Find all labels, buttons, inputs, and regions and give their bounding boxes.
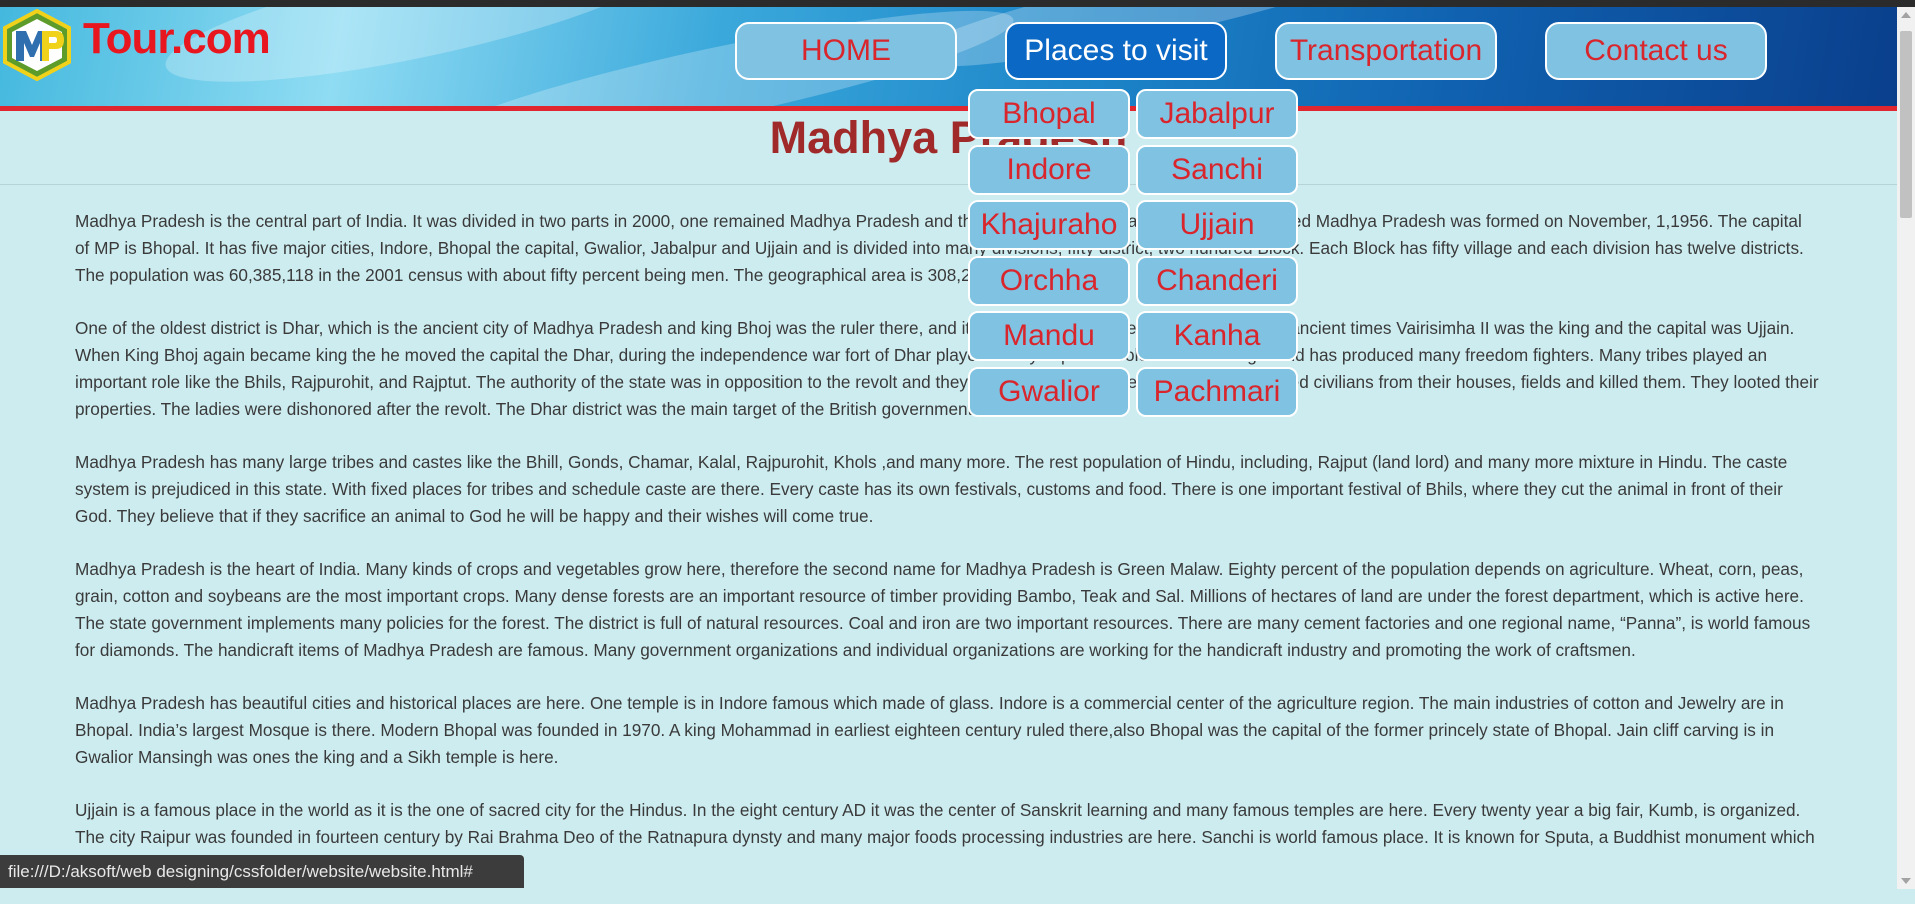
page-title: Madhya Pradesh: [769, 112, 1128, 163]
dropdown-item-khajuraho[interactable]: Khajuraho: [968, 200, 1130, 250]
dropdown-item-sanchi[interactable]: Sanchi: [1136, 145, 1298, 195]
nav-transportation[interactable]: Transportation: [1275, 22, 1497, 80]
dropdown-item-chanderi[interactable]: Chanderi: [1136, 256, 1298, 306]
dropdown-item-ujjain[interactable]: Ujjain: [1136, 200, 1298, 250]
nav-places-to-visit[interactable]: Places to visit: [1005, 22, 1227, 80]
dropdown-item-kanha[interactable]: Kanha: [1136, 311, 1298, 361]
dropdown-item-bhopal[interactable]: Bhopal: [968, 89, 1130, 139]
paragraph: Madhya Pradesh has beautiful cities and …: [75, 693, 1784, 767]
dropdown-item-pachmari[interactable]: Pachmari: [1136, 367, 1298, 417]
logo-icon[interactable]: [2, 9, 72, 81]
nav-home[interactable]: HOME: [735, 22, 957, 80]
main-content: Madhya Pradesh is the central part of In…: [75, 208, 1820, 904]
paragraph: Madhya Pradesh is the heart of India. Ma…: [75, 559, 1811, 660]
dropdown-item-mandu[interactable]: Mandu: [968, 311, 1130, 361]
title-divider: [0, 184, 1897, 185]
scroll-down-arrow-icon[interactable]: [1901, 878, 1911, 884]
paragraph: Madhya Pradesh has many large tribes and…: [75, 452, 1788, 526]
nav-contact-us[interactable]: Contact us: [1545, 22, 1767, 80]
paragraph: Madhya Pradesh is the central part of In…: [75, 211, 1804, 285]
browser-top-edge: [0, 0, 1915, 7]
scrollbar-thumb[interactable]: [1900, 31, 1912, 218]
dropdown-item-jabalpur[interactable]: Jabalpur: [1136, 89, 1298, 139]
site-logo-text[interactable]: Tour.com: [83, 14, 271, 64]
link-status-bar: file:///D:/aksoft/web designing/cssfolde…: [0, 855, 524, 888]
dropdown-item-indore[interactable]: Indore: [968, 145, 1130, 195]
dropdown-item-gwalior[interactable]: Gwalior: [968, 367, 1130, 417]
scroll-up-arrow-icon[interactable]: [1901, 12, 1911, 18]
paragraph: One of the oldest district is Dhar, whic…: [75, 318, 1819, 419]
header-red-line: [0, 106, 1897, 111]
dropdown-item-orchha[interactable]: Orchha: [968, 256, 1130, 306]
